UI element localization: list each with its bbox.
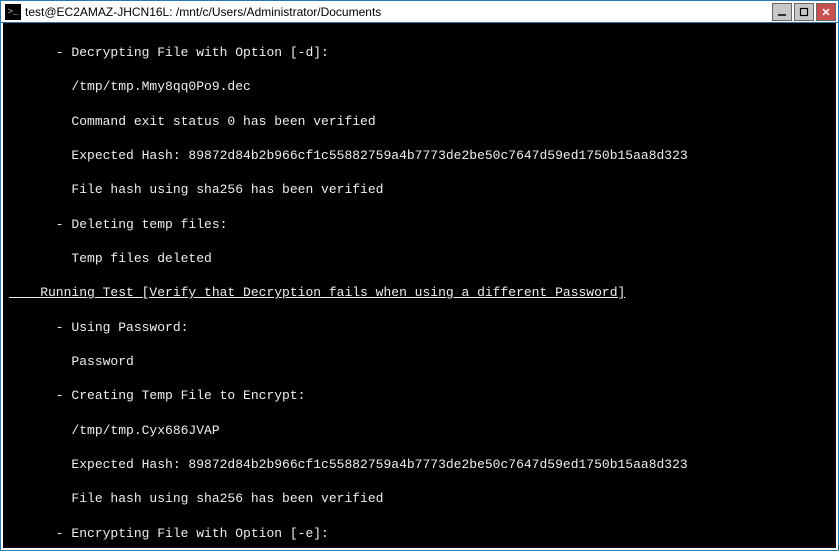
output-line: - Decrypting File with Option [-d]: — [9, 44, 830, 61]
output-line: Expected Hash: 89872d84b2b966cf1c5588275… — [9, 456, 830, 473]
terminal-body[interactable]: - Decrypting File with Option [-d]: /tmp… — [1, 23, 838, 550]
window-controls — [772, 3, 836, 21]
terminal-icon: >_ — [5, 4, 21, 20]
output-line: Password — [9, 353, 830, 370]
maximize-button[interactable] — [794, 3, 814, 21]
output-line: - Creating Temp File to Encrypt: — [9, 387, 830, 404]
output-line: - Using Password: — [9, 319, 830, 336]
test-header: Running Test [Verify that Decryption fai… — [9, 284, 830, 301]
titlebar[interactable]: >_ test@EC2AMAZ-JHCN16L: /mnt/c/Users/Ad… — [1, 1, 838, 23]
output-line: /tmp/tmp.Cyx686JVAP — [9, 422, 830, 439]
output-line: /tmp/tmp.Mmy8qq0Po9.dec — [9, 78, 830, 95]
output-line: File hash using sha256 has been verified — [9, 181, 830, 198]
output-line: Command exit status 0 has been verified — [9, 113, 830, 130]
window-title: test@EC2AMAZ-JHCN16L: /mnt/c/Users/Admin… — [25, 5, 772, 19]
close-button[interactable] — [816, 3, 836, 21]
output-line: File hash using sha256 has been verified — [9, 490, 830, 507]
output-line: - Encrypting File with Option [-e]: — [9, 525, 830, 542]
minimize-button[interactable] — [772, 3, 792, 21]
output-line: Temp files deleted — [9, 250, 830, 267]
output-line: Expected Hash: 89872d84b2b966cf1c5588275… — [9, 147, 830, 164]
output-line: - Deleting temp files: — [9, 216, 830, 233]
terminal-window: >_ test@EC2AMAZ-JHCN16L: /mnt/c/Users/Ad… — [0, 0, 839, 551]
